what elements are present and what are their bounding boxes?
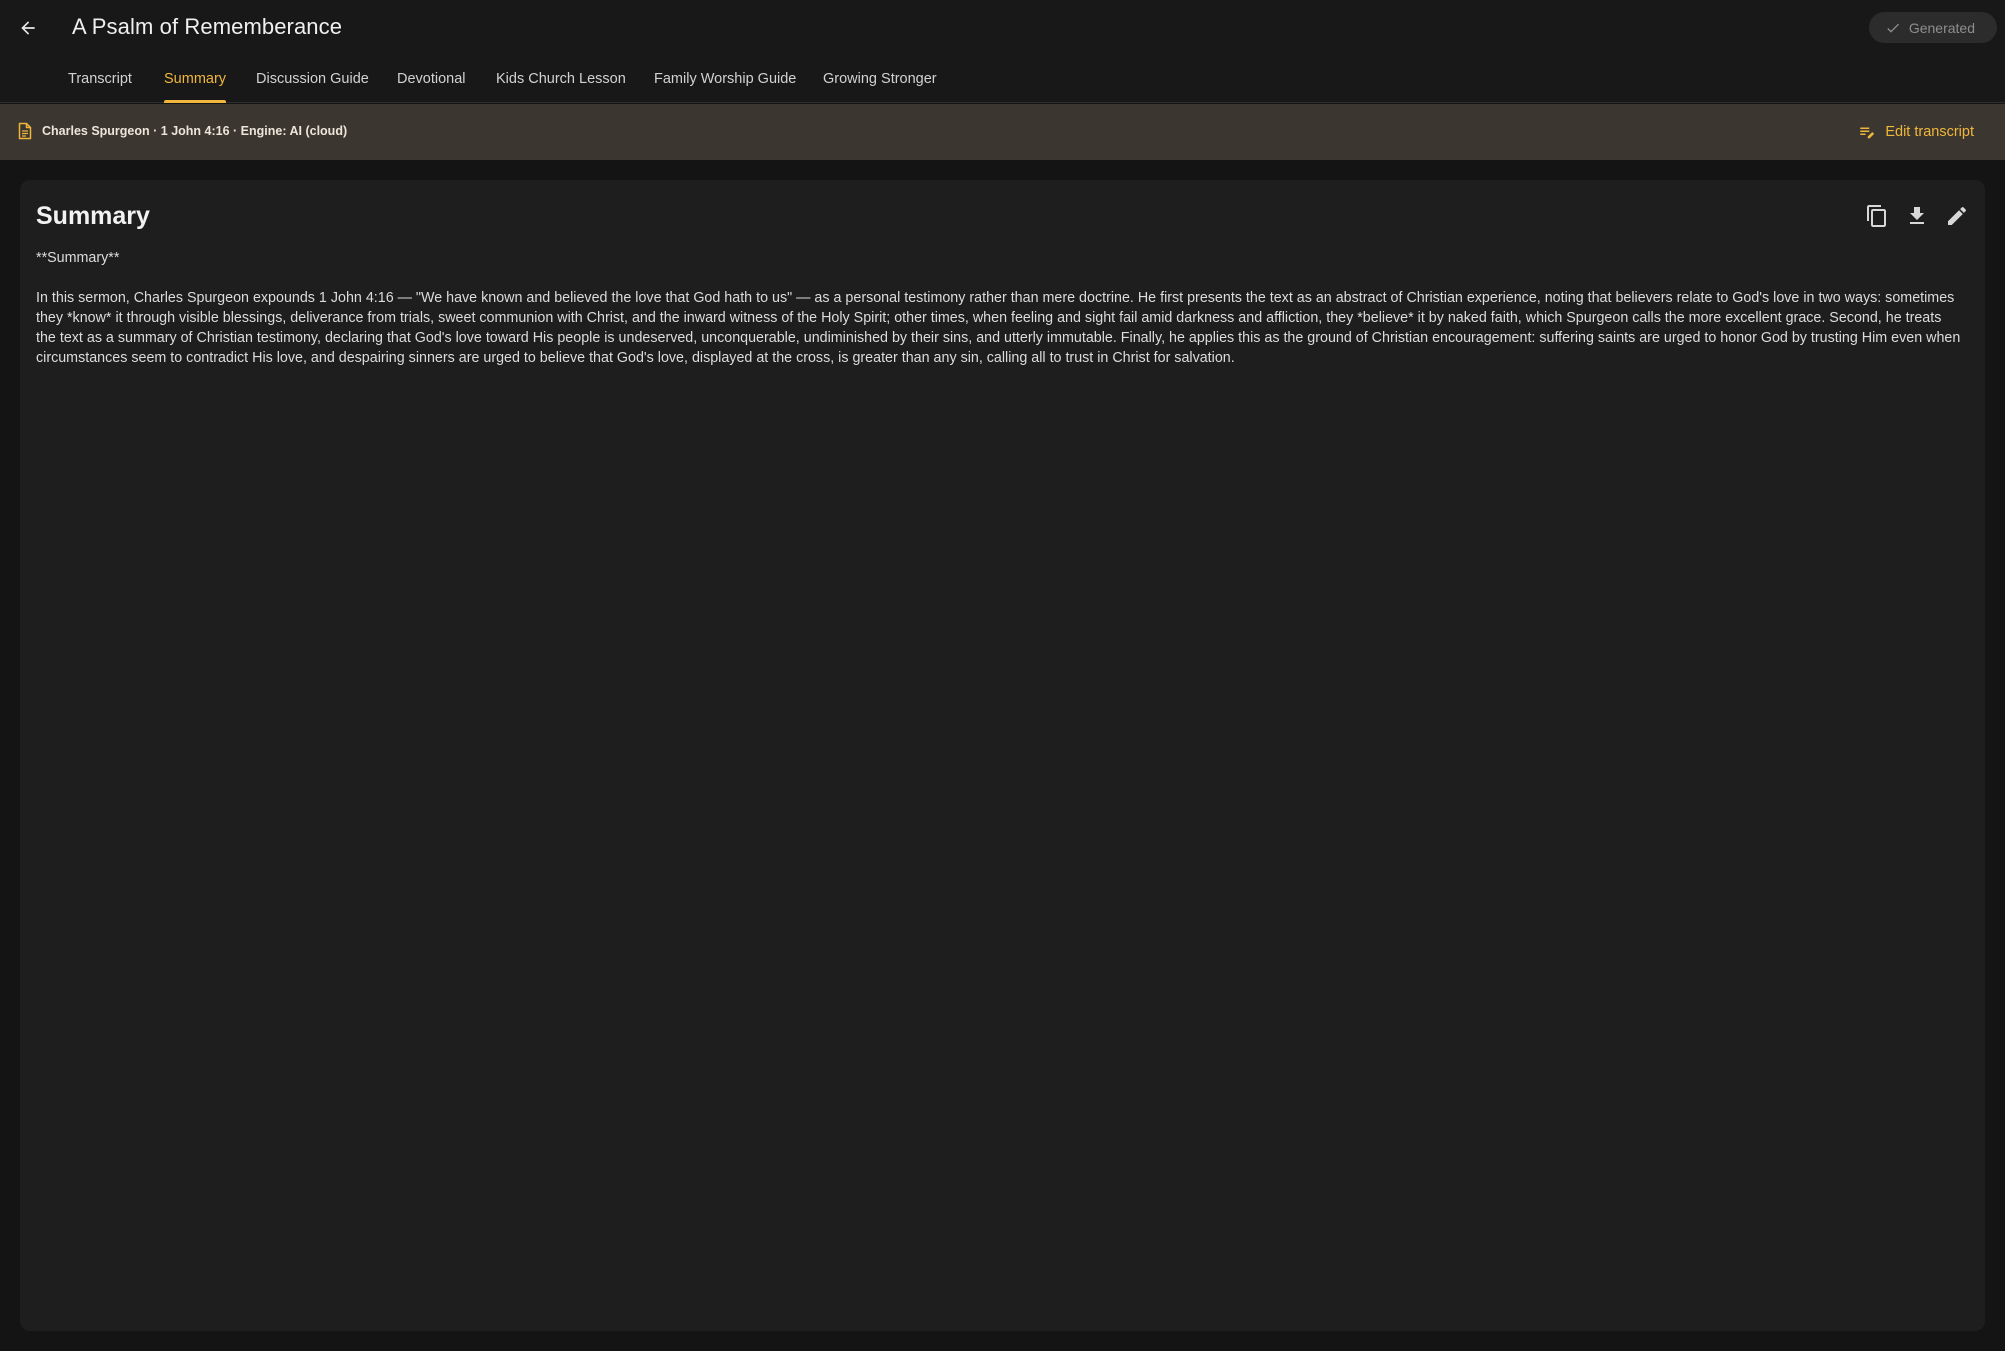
tab-discussion-guide[interactable]: Discussion Guide <box>256 56 369 103</box>
edit-button[interactable] <box>1943 202 1971 230</box>
tab-family-worship-guide[interactable]: Family Worship Guide <box>654 56 796 103</box>
tab-bar: Transcript Summary Discussion Guide Devo… <box>0 56 2005 103</box>
copy-button[interactable] <box>1863 202 1891 230</box>
tab-devotional[interactable]: Devotional <box>397 56 466 103</box>
back-button[interactable] <box>12 12 44 44</box>
check-icon <box>1887 23 1899 33</box>
sermon-info-bar: Charles Spurgeon · 1 John 4:16 · Engine:… <box>0 104 2005 160</box>
summary-card: Summary **Summary** In this sermon, Char… <box>20 180 1985 1331</box>
summary-heading-line: **Summary** <box>36 250 120 266</box>
page-title: A Psalm of Rememberance <box>72 14 343 39</box>
card-title: Summary <box>36 202 150 230</box>
generated-status-button[interactable]: Generated <box>1868 12 1997 43</box>
pencil-icon <box>1948 206 1967 225</box>
tab-transcript[interactable]: Transcript <box>68 56 132 103</box>
top-app-bar: A Psalm of Rememberance Generated <box>0 0 2005 56</box>
download-icon <box>1910 207 1924 224</box>
tab-kids-church-lesson[interactable]: Kids Church Lesson <box>496 56 626 103</box>
edit-transcript-label: Edit transcript <box>1885 124 1974 140</box>
summary-content: **Summary** In this sermon, Charles Spur… <box>36 248 1965 388</box>
tab-summary[interactable]: Summary <box>164 56 227 103</box>
arrow-left-icon <box>21 21 35 35</box>
card-actions <box>1863 202 1971 230</box>
tab-growing-stronger[interactable]: Growing Stronger <box>823 56 937 103</box>
sermon-meta-text: Charles Spurgeon · 1 John 4:16 · Engine:… <box>42 124 348 138</box>
edit-transcript-button[interactable]: Edit transcript <box>1858 122 1974 142</box>
document-icon <box>18 122 32 140</box>
edit-list-icon <box>1860 127 1875 139</box>
copy-icon <box>1867 205 1886 227</box>
summary-body: In this sermon, Charles Spurgeon expound… <box>36 290 1961 366</box>
status-label: Generated <box>1908 19 1975 36</box>
download-button[interactable] <box>1903 202 1931 230</box>
